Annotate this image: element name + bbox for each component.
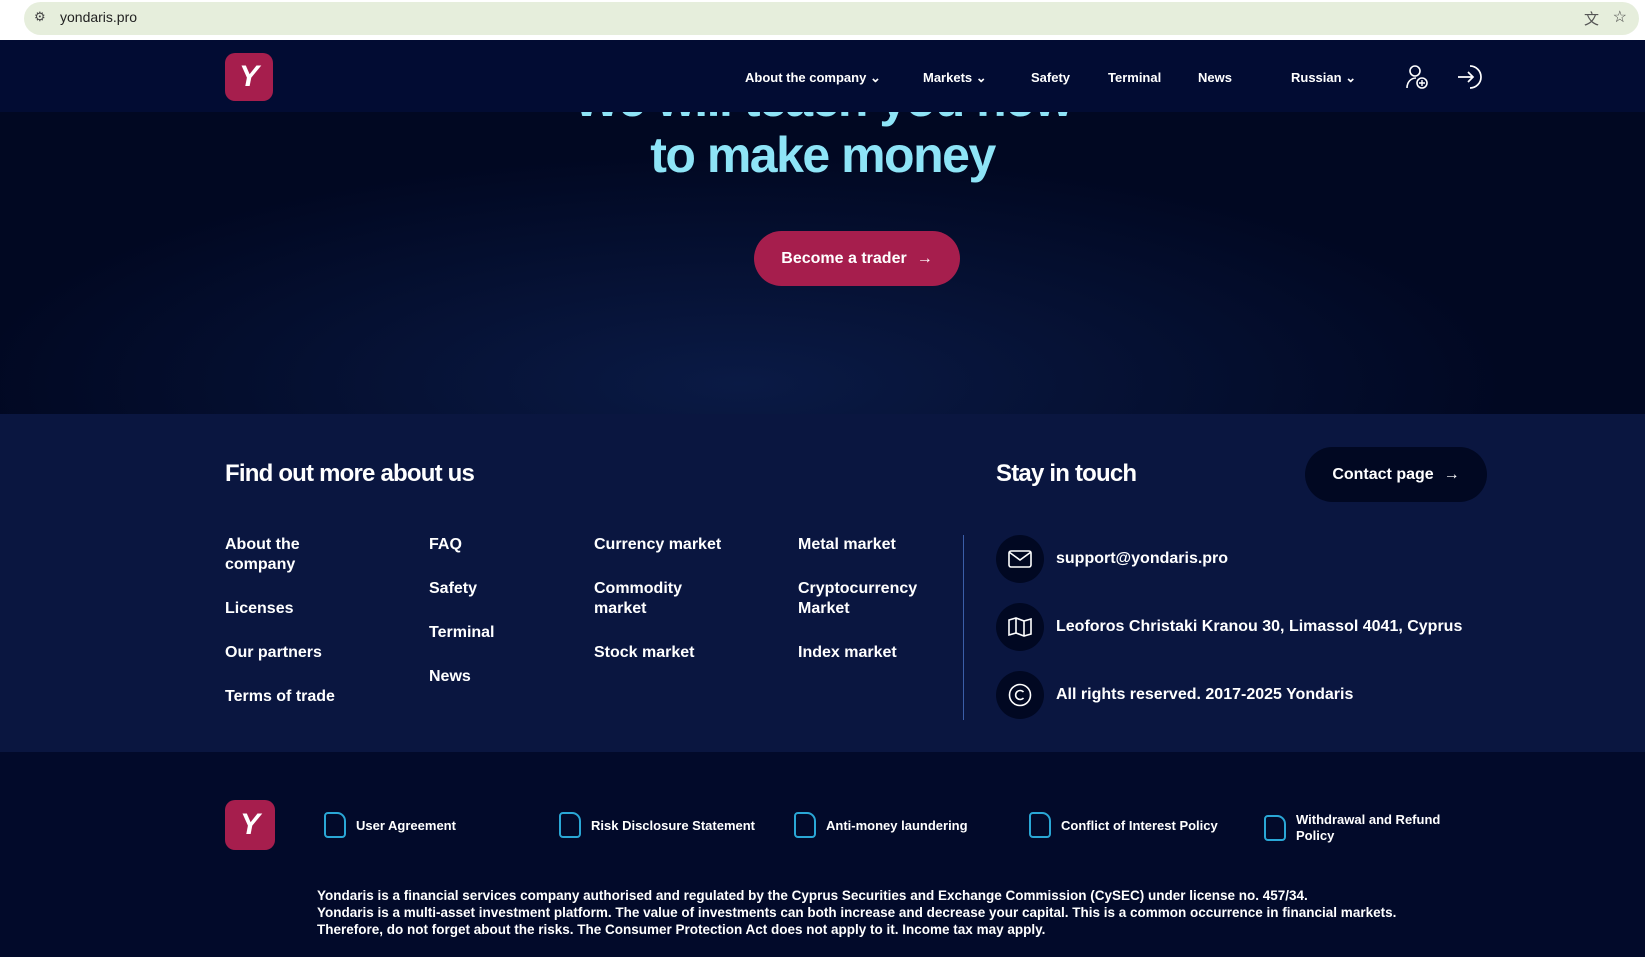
disclaimer-line: Yondaris is a multi-asset investment pla… xyxy=(317,905,1397,920)
arrow-right-icon: → xyxy=(1443,465,1460,483)
footer-column-markets-2: Metal market Cryptocurrency Market Index… xyxy=(798,535,938,663)
footer-link[interactable]: Terminal xyxy=(429,623,559,643)
doc-label: Withdrawal and Refund Policy xyxy=(1296,812,1441,843)
logo[interactable]: Y xyxy=(225,53,273,101)
contact-button-label: Contact page xyxy=(1332,465,1434,483)
top-navigation: Y About the company ⌄ Markets ⌄ Safety T… xyxy=(0,40,1645,112)
nav-label: Markets xyxy=(923,70,973,85)
footer-link[interactable]: Safety xyxy=(429,579,559,599)
footer-link[interactable]: Cryptocurrency Market xyxy=(798,579,938,619)
document-icon xyxy=(559,812,581,838)
cta-label: Become a trader xyxy=(781,249,907,267)
doc-conflict-of-interest[interactable]: Conflict of Interest Policy xyxy=(1029,812,1249,838)
nav-news[interactable]: News xyxy=(1198,70,1232,85)
address: Leoforos Christaki Kranou 30, Limassol 4… xyxy=(1056,618,1463,635)
map-icon xyxy=(996,603,1044,651)
browser-bar: ⚙ yondaris.pro 文 ☆ xyxy=(0,0,1645,40)
footer-link[interactable]: FAQ xyxy=(429,535,559,555)
document-icon xyxy=(794,812,816,838)
doc-risk-disclosure[interactable]: Risk Disclosure Statement xyxy=(559,812,779,838)
url-text[interactable]: yondaris.pro xyxy=(60,9,137,25)
login-icon[interactable] xyxy=(1456,64,1482,90)
chevron-down-icon: ⌄ xyxy=(869,70,881,85)
footer-link[interactable]: Metal market xyxy=(798,535,928,555)
footer-logo[interactable]: Y xyxy=(225,800,275,850)
footer-link[interactable]: Our partners xyxy=(225,643,355,663)
doc-withdrawal-refund[interactable]: Withdrawal and Refund Policy xyxy=(1264,812,1454,844)
footer-link[interactable]: Licenses xyxy=(225,599,355,619)
footer-link[interactable]: Terms of trade xyxy=(225,687,355,707)
register-user-icon[interactable] xyxy=(1405,64,1429,90)
nav-terminal[interactable]: Terminal xyxy=(1108,70,1161,85)
copyright-icon xyxy=(996,671,1044,719)
footer-link[interactable]: About the company xyxy=(225,535,355,575)
footer-column-info: FAQ Safety Terminal News xyxy=(429,535,559,687)
language-selector[interactable]: Russian ⌄ xyxy=(1291,70,1356,86)
hero-title-line2: to make money xyxy=(650,127,996,183)
footer-link[interactable]: Commodity market xyxy=(594,579,704,619)
doc-label: Anti-money laundering xyxy=(826,817,968,833)
footer-column-markets-1: Currency market Commodity market Stock m… xyxy=(594,535,744,663)
chevron-down-icon: ⌄ xyxy=(975,70,987,85)
contact-heading: Stay in touch xyxy=(996,460,1137,487)
hero-section: We will teach you how to make money Beco… xyxy=(0,112,1645,414)
doc-aml[interactable]: Anti-money laundering xyxy=(794,812,1014,838)
nav-markets[interactable]: Markets ⌄ xyxy=(923,70,987,86)
footer-link[interactable]: News xyxy=(429,667,559,687)
doc-label: Risk Disclosure Statement xyxy=(591,817,756,833)
about-heading: Find out more about us xyxy=(225,460,475,487)
document-icon xyxy=(1264,815,1286,841)
disclaimer-line: Therefore, do not forget about the risks… xyxy=(317,922,1046,937)
disclaimer-line: Yondaris is a financial services company… xyxy=(317,888,1308,903)
divider xyxy=(963,535,964,720)
mail-icon xyxy=(996,535,1044,583)
doc-user-agreement[interactable]: User Agreement xyxy=(324,812,544,838)
footer-column-company: About the company Licenses Our partners … xyxy=(225,535,355,707)
doc-label: Conflict of Interest Policy xyxy=(1061,817,1218,833)
language-label: Russian xyxy=(1291,70,1342,85)
contact-page-button[interactable]: Contact page → xyxy=(1305,447,1487,502)
arrow-right-icon: → xyxy=(916,249,933,267)
support-email[interactable]: support@yondaris.pro xyxy=(1056,550,1228,568)
doc-label: User Agreement xyxy=(356,817,456,833)
address-bar[interactable]: ⚙ yondaris.pro 文 ☆ xyxy=(24,2,1639,35)
footer-link[interactable]: Currency market xyxy=(594,535,744,555)
nav-about-company[interactable]: About the company ⌄ xyxy=(745,70,881,86)
nav-safety[interactable]: Safety xyxy=(1031,70,1070,85)
become-trader-button[interactable]: Become a trader → xyxy=(754,231,960,286)
footer-link[interactable]: Index market xyxy=(798,643,928,663)
nav-label: About the company xyxy=(745,70,867,85)
copyright-text: All rights reserved. 2017-2025 Yondaris xyxy=(1056,686,1354,703)
chevron-down-icon: ⌄ xyxy=(1345,70,1357,85)
bookmark-star-icon[interactable]: ☆ xyxy=(1613,7,1627,27)
document-icon xyxy=(1029,812,1051,838)
site-settings-icon[interactable]: ⚙ xyxy=(34,9,46,25)
document-icon xyxy=(324,812,346,838)
translate-icon[interactable]: 文 xyxy=(1584,8,1599,29)
footer-link[interactable]: Stock market xyxy=(594,643,724,663)
